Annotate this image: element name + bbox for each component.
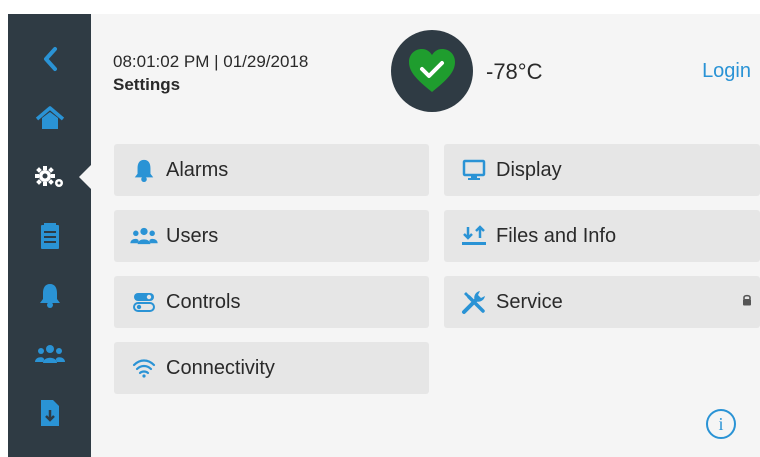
controls-label: Controls bbox=[166, 290, 241, 313]
sidebar bbox=[8, 14, 91, 457]
sidebar-item-users[interactable] bbox=[8, 325, 91, 383]
users-button[interactable]: Users bbox=[114, 210, 429, 262]
display-button[interactable]: Display bbox=[444, 144, 760, 196]
transfer-icon bbox=[460, 222, 488, 250]
datetime-label: 08:01:02 PM | 01/29/2018 bbox=[113, 52, 309, 71]
home-icon bbox=[35, 106, 64, 129]
back-button[interactable] bbox=[8, 30, 91, 88]
back-chevron-icon bbox=[43, 47, 57, 71]
display-label: Display bbox=[496, 158, 562, 181]
controls-button[interactable]: Controls bbox=[114, 276, 429, 328]
sidebar-item-alarms[interactable] bbox=[8, 266, 91, 324]
info-icon: i bbox=[718, 413, 724, 434]
alarms-button[interactable]: Alarms bbox=[114, 144, 429, 196]
heart-check-icon bbox=[409, 49, 455, 92]
service-button[interactable]: Service bbox=[444, 276, 760, 328]
sidebar-item-files[interactable] bbox=[8, 384, 91, 442]
files-and-info-label: Files and Info bbox=[496, 224, 617, 247]
info-button[interactable]: i bbox=[706, 409, 736, 439]
monitor-icon bbox=[460, 156, 488, 184]
active-indicator bbox=[79, 165, 91, 189]
app-screen: 08:01:02 PM | 01/29/2018 Settings -78°C … bbox=[8, 14, 760, 457]
service-label: Service bbox=[496, 290, 563, 313]
users-label: Users bbox=[166, 224, 219, 247]
connectivity-button[interactable]: Connectivity bbox=[114, 342, 429, 394]
files-and-info-button[interactable]: Files and Info bbox=[444, 210, 760, 262]
login-button[interactable]: Login bbox=[702, 60, 751, 83]
lock-icon bbox=[743, 294, 751, 306]
bell-icon bbox=[130, 156, 158, 184]
tools-icon bbox=[460, 288, 488, 316]
status-indicator[interactable] bbox=[391, 30, 473, 112]
sidebar-item-home[interactable] bbox=[8, 89, 91, 147]
page-title: Settings bbox=[113, 75, 181, 94]
sidebar-item-log[interactable] bbox=[8, 207, 91, 265]
file-download-icon bbox=[40, 400, 59, 426]
alarms-label: Alarms bbox=[166, 158, 229, 181]
clipboard-icon bbox=[40, 223, 59, 249]
gears-icon bbox=[34, 166, 63, 187]
users-icon bbox=[130, 222, 158, 250]
bell-icon bbox=[39, 284, 60, 308]
wifi-icon bbox=[130, 354, 158, 382]
temperature-readout: -78°C bbox=[486, 59, 543, 84]
toggles-icon bbox=[130, 288, 158, 316]
connectivity-label: Connectivity bbox=[166, 356, 275, 379]
users-icon bbox=[34, 345, 65, 363]
